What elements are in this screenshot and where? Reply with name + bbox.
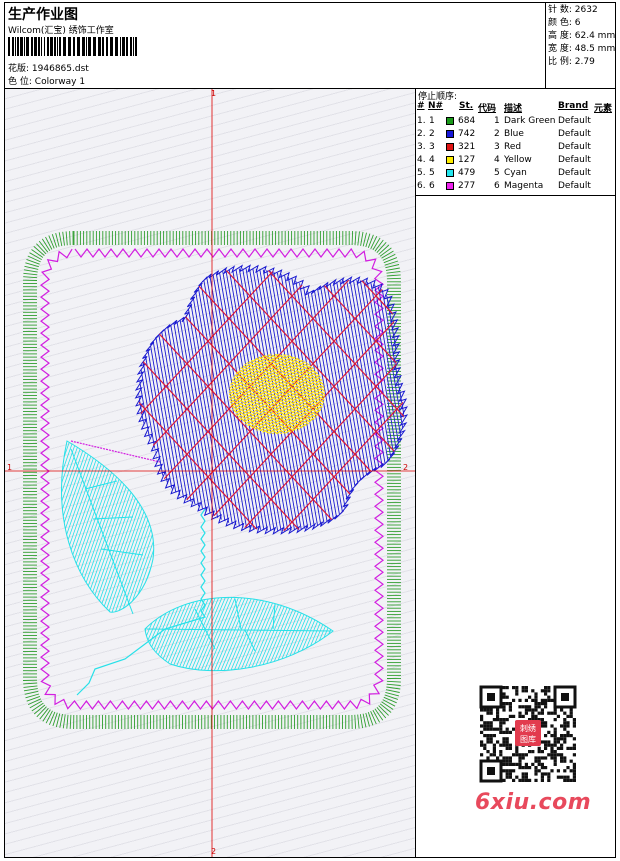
cyan-leaves-and-stem: [61, 440, 334, 696]
stat-stitches: 针 数: 2632: [548, 5, 598, 15]
stat-colors: 颜 色: 6: [548, 18, 581, 28]
design-preview[interactable]: 1 2 2 1: [5, 89, 415, 857]
table-bottom-divider: [415, 195, 616, 196]
color-swatch-dark-green: [446, 117, 454, 125]
watermark-logo: 6xiu.com: [475, 790, 592, 815]
color-swatch-cyan: [446, 169, 454, 177]
embroidery-artwork: [5, 89, 415, 857]
stat-scale: 比 例: 2.79: [548, 57, 595, 67]
col-header-stitches: St.: [459, 101, 474, 111]
company-name: Wilcom(汇宝) 绣饰工作室: [8, 26, 114, 36]
design-label: 花版:: [8, 64, 30, 74]
svg-text:图库: 图库: [520, 734, 536, 744]
design-file: 1946865.dst: [31, 64, 89, 74]
production-sheet: 生产作业图 Wilcom(汇宝) 绣饰工作室 花版: 1946865.dst 色…: [0, 0, 620, 861]
col-header-code: 代码: [478, 104, 497, 114]
barcode: [8, 37, 137, 56]
axis-label-right: 2: [403, 463, 409, 472]
color-swatch-yellow: [446, 156, 454, 164]
svg-text:刺绣: 刺绣: [520, 723, 536, 733]
axis-label-bottom: 2: [211, 847, 217, 856]
table-row: 5. 5 479 5 Cyan Default: [417, 168, 591, 178]
table-row: 2. 2 742 2 Blue Default: [417, 129, 591, 139]
table-row: 4. 4 127 4 Yellow Default: [417, 155, 591, 165]
col-header-num: #: [417, 101, 425, 111]
qr-code: 刺绣 图库: [470, 680, 588, 790]
page-title: 生产作业图: [8, 7, 78, 23]
colorway-value: Colorway 1: [34, 77, 86, 87]
col-header-n: N#: [428, 101, 444, 111]
axis-label-left: 1: [7, 463, 13, 472]
table-row: 3. 3 321 3 Red Default: [417, 142, 591, 152]
color-swatch-red: [446, 143, 454, 151]
panel-divider: [415, 88, 416, 858]
stats-panel: 针 数: 2632 颜 色: 6 高 度: 62.4 mm 宽 度: 48.5 …: [548, 4, 615, 69]
design-file-line: 花版: 1946865.dst: [8, 61, 89, 74]
col-header-description: 描述: [504, 104, 523, 114]
stat-width: 宽 度: 48.5 mm: [548, 44, 616, 54]
table-row: 1. 1 684 1 Dark Green Default: [417, 116, 591, 126]
colorway-line: 色 位: Colorway 1: [8, 74, 85, 87]
col-header-brand: Brand: [558, 101, 589, 111]
col-header-element: 元素: [594, 104, 613, 114]
blue-flower-fill: [134, 264, 409, 535]
stats-divider: [545, 2, 546, 88]
axis-label-top: 1: [211, 89, 217, 98]
color-swatch-blue: [446, 130, 454, 138]
color-swatch-magenta: [446, 182, 454, 190]
table-row: 6. 6 277 6 Magenta Default: [417, 181, 591, 191]
colorway-label: 色 位:: [8, 77, 32, 87]
stat-height: 高 度: 62.4 mm: [548, 31, 616, 41]
qr-code-graphic: 刺绣图库: [470, 680, 588, 790]
